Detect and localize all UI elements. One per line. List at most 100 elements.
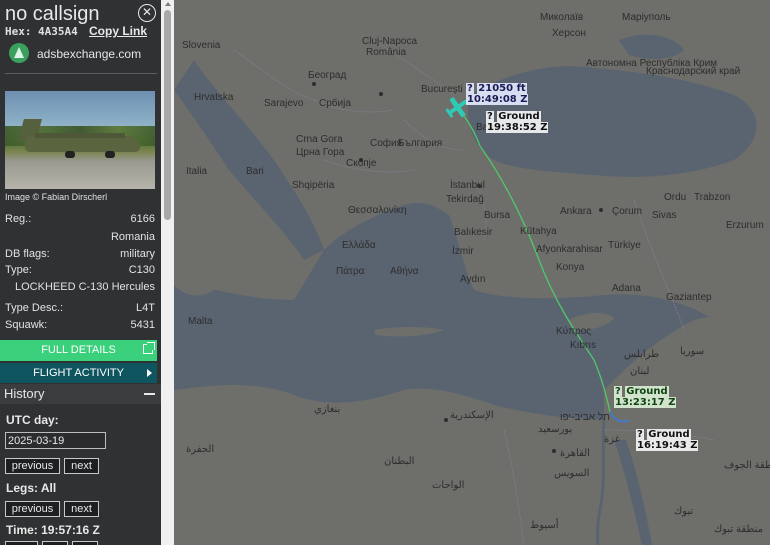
place-label: Κύπρος: [556, 326, 592, 337]
place-label: Erzurum: [726, 220, 764, 231]
place-label: Slovenia: [182, 40, 221, 51]
place-label: תל אביב-יפו: [560, 412, 610, 423]
track-label-q: ?: [466, 83, 474, 94]
collapse-icon[interactable]: [144, 393, 155, 395]
place-label: غزة: [604, 434, 620, 445]
squawk-value: 5431: [130, 319, 155, 331]
utc-day-label: UTC day:: [6, 413, 59, 427]
adsbexchange-logo-icon: [9, 43, 29, 63]
city-dot: [312, 82, 316, 86]
place-label: الإسكندرية: [450, 410, 494, 421]
scrollbar-thumb[interactable]: [164, 10, 171, 220]
type-name-value: LOCKHEED C-130 Hercules: [15, 281, 155, 293]
place-label: أسيوط: [530, 520, 559, 531]
track-label-ground-3[interactable]: ? Ground 16:19:43 Z: [636, 429, 699, 451]
place-label: Çorum: [612, 206, 643, 217]
next-leg-button[interactable]: next: [64, 501, 99, 517]
source-link[interactable]: adsbexchange.com: [37, 47, 141, 61]
place-label: Bari: [246, 166, 264, 177]
place-label: منطقة تبوك: [714, 524, 763, 535]
partial-button[interactable]: [42, 541, 68, 545]
place-label: Kıbrıs: [570, 340, 597, 351]
place-label: Ordu: [664, 192, 687, 203]
partial-button[interactable]: [72, 541, 98, 545]
time-label-2: 13:23:17 Z: [614, 397, 677, 408]
track-label-current[interactable]: ? 21050 ft 10:49:08 Z: [466, 83, 529, 105]
place-label: Hrvatska: [194, 92, 234, 103]
place-label: Türkiye: [608, 240, 641, 251]
place-label: Gaziantep: [666, 292, 712, 303]
photo-plane-gear: [65, 151, 75, 158]
place-label: Маріуполь: [622, 12, 671, 23]
reg-label: Reg.:: [5, 213, 32, 225]
track-label-q: ?: [486, 111, 494, 122]
place-label: Balıkesir: [454, 227, 493, 238]
place-label: İzmir: [452, 246, 474, 257]
place-label: Italia: [186, 166, 208, 177]
divider: [5, 73, 157, 74]
date-input[interactable]: 2025-03-19: [5, 432, 106, 449]
place-label: Αθήνα: [390, 266, 419, 277]
place-label: البطنان: [384, 456, 415, 467]
type-value: C130: [128, 264, 155, 276]
place-label: Πάτρα: [336, 266, 365, 277]
photo-plane-body: [25, 136, 140, 152]
legs-label: Legs: All: [6, 481, 57, 495]
map-view[interactable]: Slovenia Hrvatska Sarajevo Београд Србиј…: [174, 0, 770, 545]
partial-button[interactable]: [5, 541, 38, 545]
previous-day-button[interactable]: previous: [5, 458, 60, 474]
close-icon[interactable]: ✕: [138, 4, 156, 22]
place-label: القاهرة: [560, 448, 590, 459]
place-label: Crna Gora: [296, 134, 343, 145]
full-details-button[interactable]: FULL DETAILS: [0, 340, 157, 361]
photo-plane-wing: [35, 133, 125, 138]
place-label: Θεσσαλονίκη: [348, 205, 407, 216]
city-dot: [599, 208, 603, 212]
place-label: تبوك: [674, 506, 694, 517]
next-day-button[interactable]: next: [64, 458, 99, 474]
previous-leg-button[interactable]: previous: [5, 501, 60, 517]
map-base: [174, 0, 770, 545]
flight-activity-button[interactable]: FLIGHT ACTIVITY: [0, 363, 157, 383]
squawk-label: Squawk:: [5, 319, 48, 331]
ground-label: Ground: [497, 111, 541, 122]
place-label: Aydın: [460, 274, 486, 285]
place-label: الواحات: [432, 480, 465, 491]
place-label: الجفرة: [186, 444, 215, 455]
track-label-q: ?: [636, 429, 644, 440]
flight-activity-label: FLIGHT ACTIVITY: [33, 367, 124, 379]
place-label: Србија: [319, 98, 351, 109]
place-label: Konya: [556, 262, 585, 273]
sidebar-scrollbar[interactable]: [161, 0, 174, 545]
place-label: Миколаїв: [540, 12, 584, 23]
type-desc-value: L4T: [136, 302, 155, 314]
place-label: Sarajevo: [264, 98, 304, 109]
history-title: History: [4, 386, 45, 401]
type-desc-label: Type Desc.:: [5, 302, 64, 314]
place-label: بورسعيد: [538, 424, 573, 435]
ground-label: Ground: [647, 429, 691, 440]
history-header[interactable]: History: [0, 384, 161, 404]
place-label: Cluj-Napoca: [362, 36, 418, 47]
place-label: Ελλάδα: [342, 240, 376, 251]
time-label-3: 16:19:43 Z: [636, 440, 699, 451]
track-label-ground-1[interactable]: ? Ground 19:38:52 Z: [486, 111, 549, 133]
city-dot: [552, 449, 556, 453]
time-label-current: 10:49:08 Z: [466, 94, 529, 105]
copy-link-button[interactable]: Copy Link: [89, 24, 147, 38]
place-label: بنغازي: [314, 404, 341, 415]
scroll-up-arrow-icon[interactable]: [165, 2, 171, 6]
place-label: România: [366, 47, 407, 58]
place-label: Malta: [188, 316, 213, 327]
place-label: Adana: [612, 283, 641, 294]
aircraft-photo[interactable]: [5, 91, 155, 189]
db-flags-label: DB flags:: [5, 248, 50, 260]
callsign-title: no callsign: [5, 3, 100, 25]
ground-label: Ground: [625, 386, 669, 397]
place-label: Црна Гора: [296, 147, 345, 158]
place-label: Trabzon: [694, 192, 731, 203]
place-label: السويس: [554, 468, 590, 479]
chevron-right-icon: [147, 369, 152, 377]
city-dot: [444, 418, 448, 422]
track-label-ground-2[interactable]: ? Ground 13:23:17 Z: [614, 386, 677, 408]
